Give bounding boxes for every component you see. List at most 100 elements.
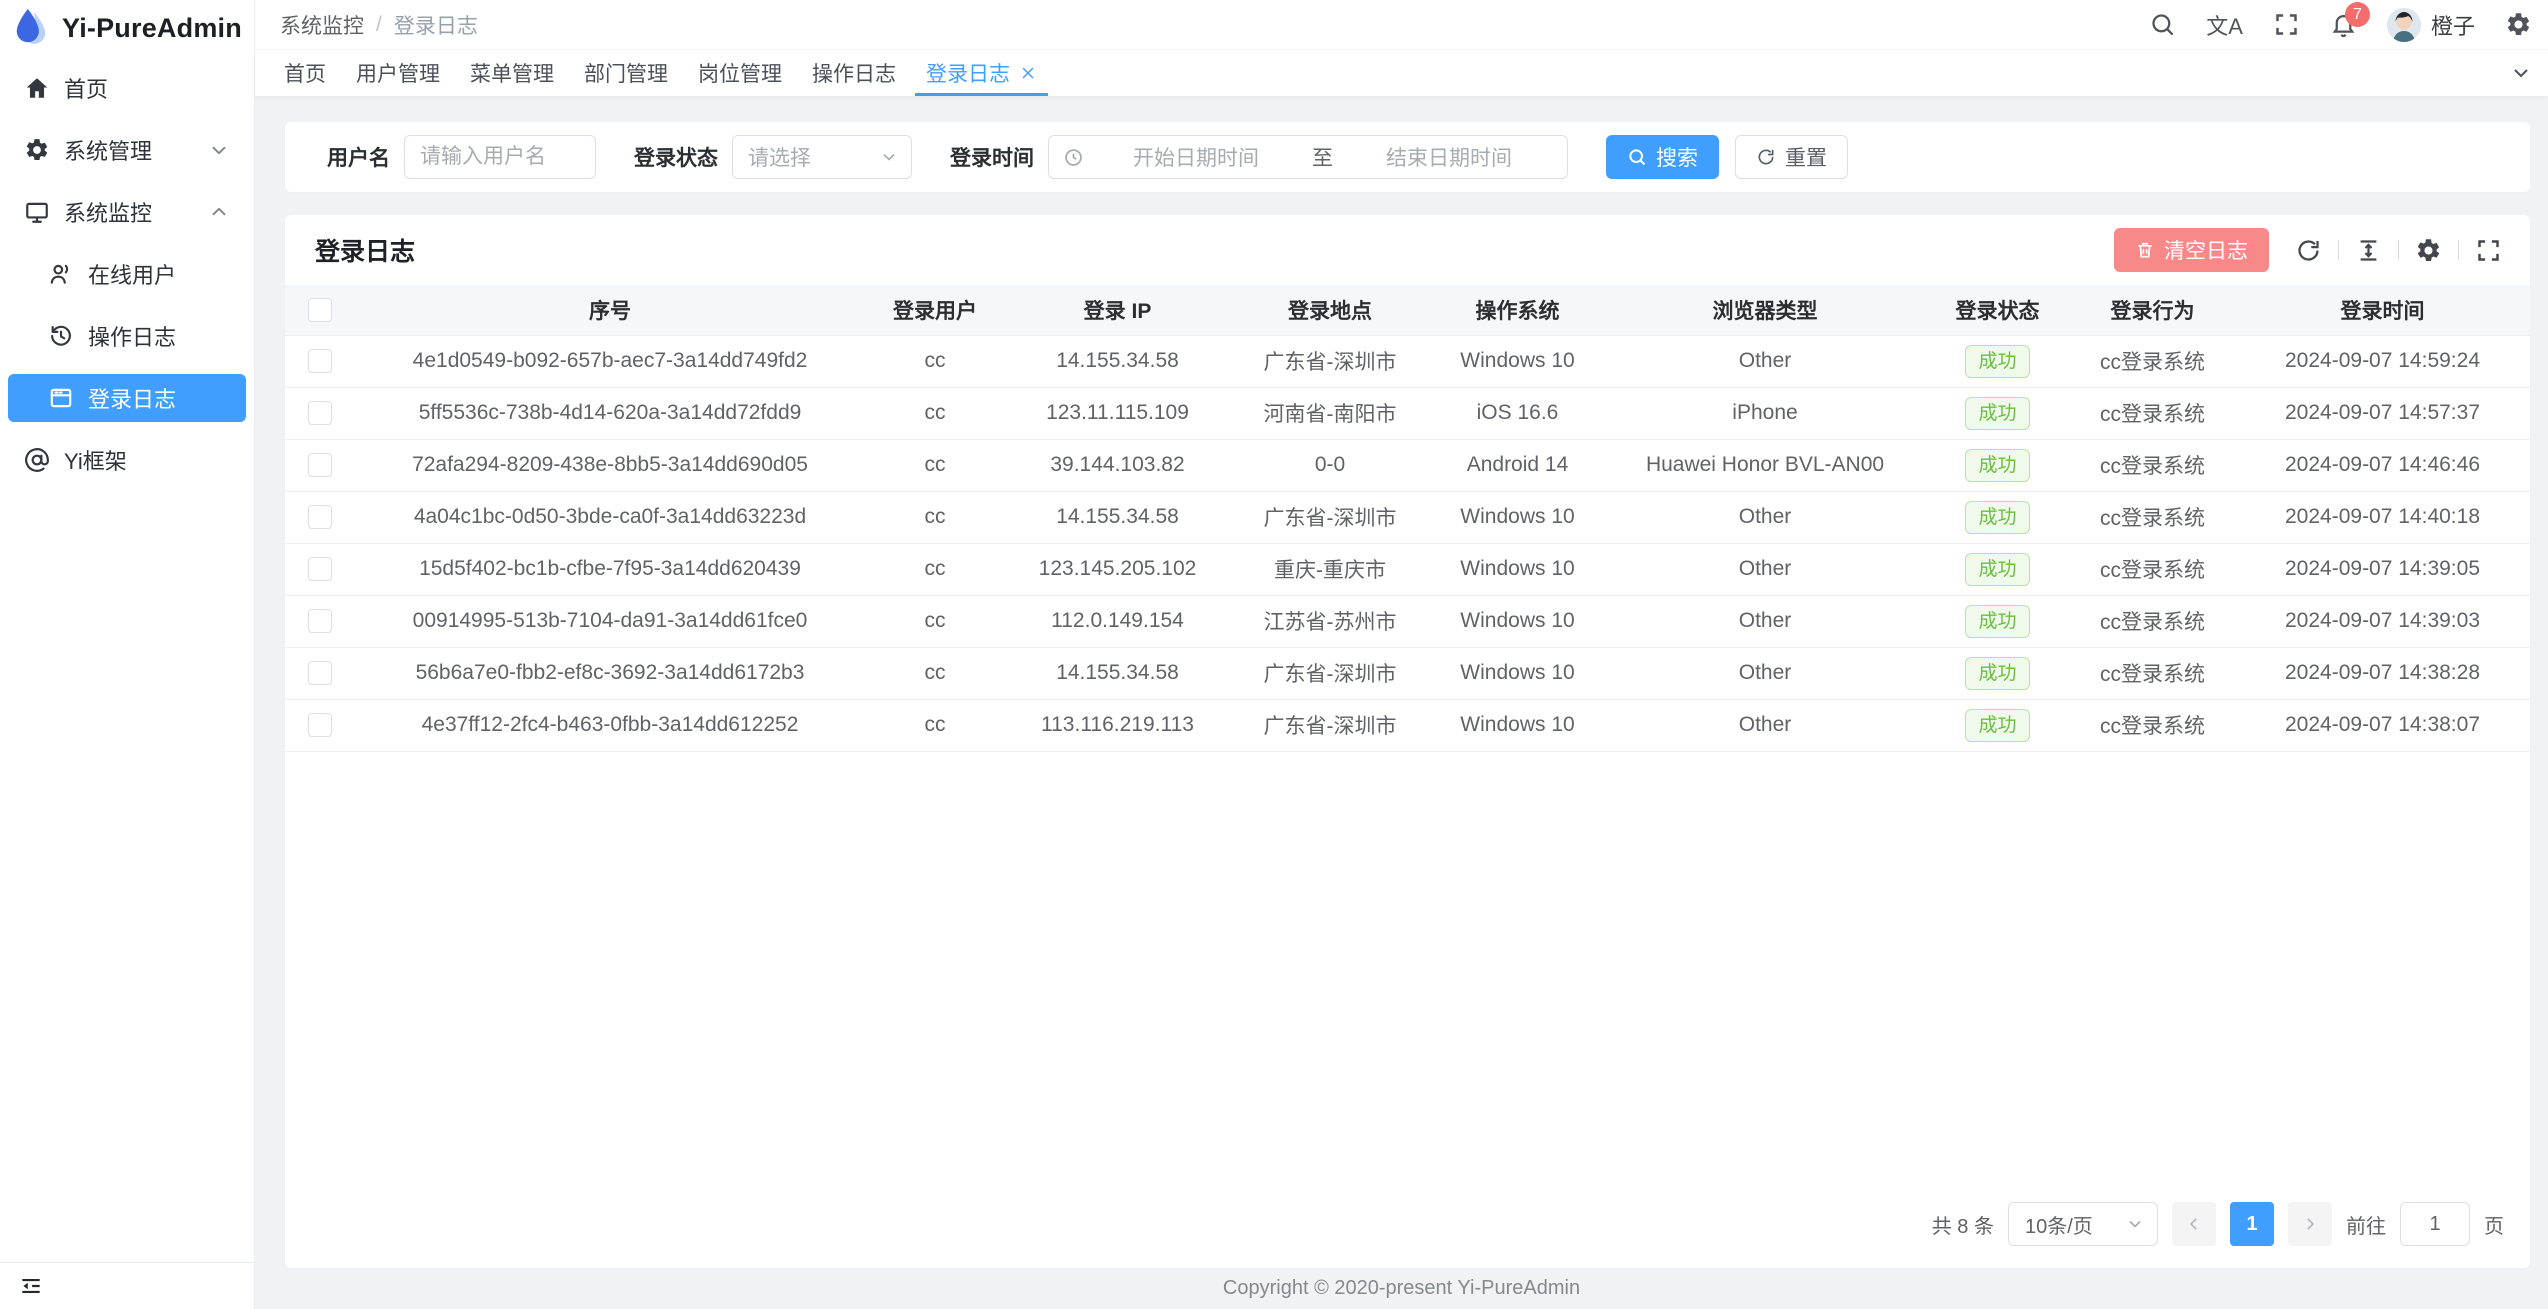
header-checkbox-cell — [285, 285, 355, 335]
row-checkbox[interactable] — [308, 609, 332, 633]
sidebar-item-首页[interactable]: 首页 — [8, 64, 246, 112]
cell-location: 广东省-深圳市 — [1230, 647, 1430, 699]
page-number-1[interactable]: 1 — [2230, 1202, 2274, 1246]
search-button[interactable]: 搜索 — [1606, 135, 1719, 179]
time-separator: 至 — [1308, 142, 1337, 172]
cell-status: 成功 — [1925, 439, 2070, 491]
tab-bar: 首页用户管理菜单管理部门管理岗位管理操作日志登录日志 — [255, 50, 2548, 97]
page-size-select[interactable]: 10条/页 — [2008, 1202, 2158, 1246]
cell-time: 2024-09-07 14:40:18 — [2235, 491, 2530, 543]
close-icon[interactable] — [1019, 64, 1037, 82]
chevron-right-icon — [2301, 1215, 2319, 1233]
select-all-checkbox[interactable] — [308, 298, 332, 322]
cell-time: 2024-09-07 14:57:37 — [2235, 387, 2530, 439]
cell-os: Windows 10 — [1430, 595, 1605, 647]
login-log-card: 登录日志 清空日志 — [285, 215, 2530, 1268]
cell-os: Windows 10 — [1430, 335, 1605, 387]
search-icon[interactable] — [2149, 11, 2176, 38]
cell-browser: Other — [1605, 335, 1925, 387]
cell-os: Android 14 — [1430, 439, 1605, 491]
copyright-text: Copyright © 2020-present Yi-PureAdmin — [1223, 1277, 1580, 1300]
sidebar-item-label: 首页 — [64, 72, 230, 104]
toolbar-divider — [2458, 240, 2459, 260]
goto-page-input[interactable] — [2400, 1202, 2470, 1246]
sidebar-item-Yi框架[interactable]: Yi框架 — [8, 436, 246, 484]
tab-操作日志[interactable]: 操作日志 — [797, 50, 911, 96]
table-row: 15d5f402-bc1b-cfbe-7f95-3a14dd620439cc12… — [285, 543, 2530, 595]
cell-os: iOS 16.6 — [1430, 387, 1605, 439]
row-checkbox[interactable] — [308, 505, 332, 529]
row-checkbox[interactable] — [308, 401, 332, 425]
time-start-placeholder: 开始日期时间 — [1092, 142, 1300, 172]
sidebar-item-登录日志[interactable]: 登录日志 — [8, 374, 246, 422]
top-header: 系统监控 / 登录日志 文A 7 — [255, 0, 2548, 50]
card-header: 登录日志 清空日志 — [285, 215, 2530, 285]
cell-status: 成功 — [1925, 335, 2070, 387]
tab-label: 登录日志 — [926, 58, 1010, 88]
breadcrumb-section[interactable]: 系统监控 — [280, 10, 364, 40]
tab-菜单管理[interactable]: 菜单管理 — [455, 50, 569, 96]
sidebar-item-系统管理[interactable]: 系统管理 — [8, 126, 246, 174]
column-header: 操作系统 — [1430, 285, 1605, 335]
tab-部门管理[interactable]: 部门管理 — [569, 50, 683, 96]
row-checkbox-cell — [285, 491, 355, 543]
reset-button[interactable]: 重置 — [1735, 135, 1848, 179]
card-toolbar: 清空日志 — [2114, 228, 2502, 272]
cell-user: cc — [865, 543, 1005, 595]
status-field-group: 登录状态 请选择 — [634, 135, 912, 179]
translate-icon[interactable]: 文A — [2206, 9, 2243, 41]
column-settings-gear-icon[interactable] — [2415, 237, 2442, 264]
refresh-icon[interactable] — [2295, 237, 2322, 264]
tab-登录日志[interactable]: 登录日志 — [911, 50, 1052, 96]
row-checkbox[interactable] — [308, 557, 332, 581]
status-select[interactable]: 请选择 — [732, 135, 912, 179]
row-checkbox[interactable] — [308, 453, 332, 477]
row-checkbox[interactable] — [308, 661, 332, 685]
cell-time: 2024-09-07 14:38:07 — [2235, 699, 2530, 751]
cell-location: 重庆-重庆市 — [1230, 543, 1430, 595]
table-header-row: 序号登录用户登录 IP登录地点操作系统浏览器类型登录状态登录行为登录时间 — [285, 285, 2530, 335]
column-header: 登录行为 — [2070, 285, 2235, 335]
cell-ip: 113.116.219.113 — [1005, 699, 1230, 751]
cell-ip: 123.145.205.102 — [1005, 543, 1230, 595]
row-checkbox[interactable] — [308, 349, 332, 373]
clear-logs-button[interactable]: 清空日志 — [2114, 228, 2269, 272]
chevron-down-icon — [879, 147, 899, 167]
tab-岗位管理[interactable]: 岗位管理 — [683, 50, 797, 96]
cell-id: 72afa294-8209-438e-8bb5-3a14dd690d05 — [355, 439, 865, 491]
tabs: 首页用户管理菜单管理部门管理岗位管理操作日志登录日志 — [269, 50, 1052, 96]
app-logo[interactable]: Yi-PureAdmin — [0, 0, 254, 56]
tabs-dropdown-chevron-icon[interactable] — [2494, 50, 2548, 96]
row-checkbox-cell — [285, 387, 355, 439]
next-page-button[interactable] — [2288, 1202, 2332, 1246]
tab-用户管理[interactable]: 用户管理 — [341, 50, 455, 96]
prev-page-button[interactable] — [2172, 1202, 2216, 1246]
sidebar-item-操作日志[interactable]: 操作日志 — [8, 312, 246, 360]
user-menu[interactable]: 橙子 — [2387, 8, 2475, 42]
cell-location: 广东省-深圳市 — [1230, 699, 1430, 751]
sidebar-item-系统监控[interactable]: 系统监控 — [8, 188, 246, 236]
breadcrumb-separator: / — [376, 13, 382, 37]
settings-gear-icon[interactable] — [2505, 11, 2532, 38]
density-icon[interactable] — [2355, 237, 2382, 264]
tab-label: 部门管理 — [584, 58, 668, 88]
time-range-picker[interactable]: 开始日期时间 至 结束日期时间 — [1048, 135, 1568, 179]
sidebar-item-在线用户[interactable]: 在线用户 — [8, 250, 246, 298]
trash-icon — [2135, 240, 2155, 260]
fullscreen-icon[interactable] — [2273, 11, 2300, 38]
page-unit-label: 页 — [2484, 1210, 2504, 1239]
notification-bell-icon[interactable]: 7 — [2330, 11, 2357, 38]
table-row: 4e1d0549-b092-657b-aec7-3a14dd749fd2cc14… — [285, 335, 2530, 387]
main-column: 系统监控 / 登录日志 文A 7 — [255, 0, 2548, 1309]
cell-behavior: cc登录系统 — [2070, 543, 2235, 595]
time-field-group: 登录时间 开始日期时间 至 结束日期时间 — [950, 135, 1568, 179]
row-checkbox-cell — [285, 543, 355, 595]
collapse-sidebar-icon[interactable] — [18, 1271, 48, 1301]
username-input[interactable] — [405, 136, 595, 178]
table-fullscreen-icon[interactable] — [2475, 237, 2502, 264]
cell-os: Windows 10 — [1430, 543, 1605, 595]
tab-首页[interactable]: 首页 — [269, 50, 341, 96]
row-checkbox[interactable] — [308, 713, 332, 737]
cell-user: cc — [865, 595, 1005, 647]
time-label: 登录时间 — [950, 142, 1034, 172]
